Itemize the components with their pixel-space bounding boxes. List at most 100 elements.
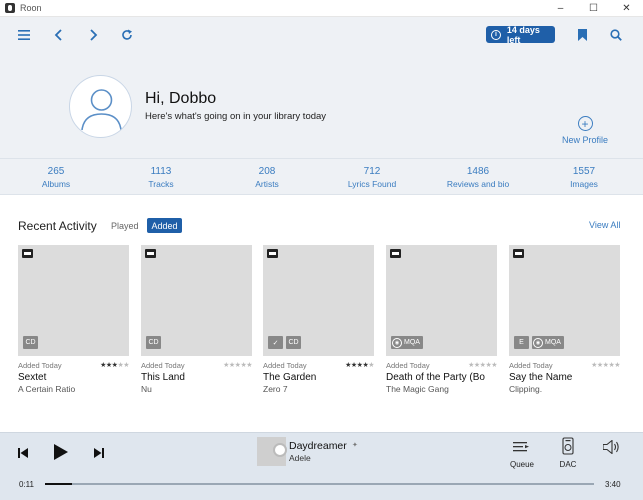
user-icon — [81, 89, 122, 131]
player-bar: Daydreamer ✦ Adele Queue DAC 0:11 3:40 — [0, 432, 643, 500]
bookmark-icon[interactable] — [574, 27, 590, 43]
forward-icon[interactable] — [86, 27, 102, 43]
queue-label[interactable]: Queue — [506, 460, 538, 469]
mqa-badge: ◉ MQA — [532, 336, 564, 349]
menu-icon[interactable] — [16, 27, 32, 43]
star-rating[interactable]: ★★★★★ — [100, 361, 129, 369]
trial-days-badge[interactable]: i 14 days left — [486, 24, 555, 45]
album-cover[interactable]: E ◉ MQA — [509, 245, 620, 356]
stat-label: Artists — [255, 179, 279, 189]
album-artist[interactable]: Clipping. — [509, 384, 620, 394]
filter-added-tab[interactable]: Added — [147, 218, 182, 233]
stat-value: 1113 — [150, 166, 172, 177]
now-playing-artist[interactable]: Adele — [289, 453, 311, 463]
format-badges: E ◉ MQA — [514, 336, 564, 349]
stat-artists[interactable]: 208 Artists — [227, 166, 307, 189]
album-card[interactable]: ✓ CD Added Today ★★★★★ The Garden Zero 7 — [263, 245, 374, 394]
album-artist[interactable]: The Magic Gang — [386, 384, 497, 394]
album-cover[interactable]: ✓ CD — [263, 245, 374, 356]
plus-icon: + — [577, 116, 593, 131]
added-label: Added Today — [386, 360, 430, 370]
stat-value: 265 — [47, 166, 65, 177]
album-title[interactable]: This Land — [141, 372, 252, 383]
dac-zone-icon[interactable] — [561, 436, 575, 456]
album-card[interactable]: CD Added Today ★★★★★ Sextet A Certain Ra… — [18, 245, 129, 394]
stat-reviews[interactable]: 1486 Reviews and bio — [438, 166, 518, 189]
library-stats-bar: 265 Albums 1113 Tracks 208 Artists 712 L… — [0, 158, 643, 195]
library-icon — [145, 249, 156, 258]
signal-path-icon[interactable]: ✦ — [352, 441, 360, 449]
cd-badge: CD — [146, 336, 161, 349]
next-track-icon[interactable] — [92, 446, 106, 460]
explicit-badge: E — [514, 336, 529, 349]
format-badges: CD — [23, 336, 38, 349]
track-duration: 3:40 — [605, 480, 621, 489]
stat-value: 1557 — [572, 166, 596, 177]
filter-played-tab[interactable]: Played — [111, 221, 139, 231]
top-toolbar: i 14 days left — [0, 17, 643, 53]
library-icon — [513, 249, 524, 258]
stat-albums[interactable]: 265 Albums — [16, 166, 96, 189]
refresh-icon[interactable] — [119, 27, 135, 43]
cd-badge: CD — [23, 336, 38, 349]
format-badges: ✓ CD — [268, 336, 301, 349]
album-card[interactable]: CD Added Today ★★★★★ This Land Nu — [141, 245, 252, 394]
mqa-label: MQA — [545, 339, 561, 346]
stat-label: Tracks — [148, 179, 174, 189]
back-icon[interactable] — [50, 27, 66, 43]
album-artist[interactable]: Zero 7 — [263, 384, 374, 394]
maximize-button[interactable]: ☐ — [577, 0, 610, 17]
mqa-badge: ◉ MQA — [391, 336, 423, 349]
album-title[interactable]: The Garden — [263, 372, 374, 383]
avatar[interactable] — [69, 75, 132, 138]
album-cover[interactable]: CD — [18, 245, 129, 356]
view-all-link[interactable]: View All — [589, 220, 620, 230]
library-icon — [390, 249, 401, 258]
seek-bar[interactable] — [45, 483, 594, 485]
album-card[interactable]: E ◉ MQA Added Today ★★★★★ Say the Name C… — [509, 245, 620, 394]
album-card[interactable]: ◉ MQA Added Today ★★★★★ Death of the Par… — [386, 245, 497, 394]
album-title[interactable]: Say the Name — [509, 372, 620, 383]
now-playing-title[interactable]: Daydreamer — [289, 440, 347, 452]
album-cover[interactable]: ◉ MQA — [386, 245, 497, 356]
play-icon[interactable] — [52, 443, 70, 461]
close-button[interactable]: ✕ — [610, 0, 643, 17]
album-artist[interactable]: A Certain Ratio — [18, 384, 129, 394]
stat-label: Images — [570, 179, 598, 189]
star-rating[interactable]: ★★★★★ — [345, 361, 374, 369]
queue-icon[interactable] — [512, 439, 530, 455]
minimize-button[interactable]: – — [544, 0, 577, 17]
star-rating[interactable]: ★★★★★ — [223, 361, 252, 369]
stat-label: Albums — [41, 179, 71, 189]
trial-badge-label: 14 days left — [506, 24, 540, 45]
mqa-icon: ◉ — [533, 337, 543, 348]
search-icon[interactable] — [608, 27, 624, 43]
stat-images[interactable]: 1557 Images — [544, 166, 624, 189]
mqa-icon: ◉ — [392, 337, 402, 348]
greeting-title: Hi, Dobbo — [145, 90, 217, 107]
album-cover[interactable]: CD — [141, 245, 252, 356]
window-titlebar: Roon – ☐ ✕ — [0, 0, 643, 17]
star-rating[interactable]: ★★★★★ — [468, 361, 497, 369]
added-label: Added Today — [18, 360, 62, 370]
disc-icon — [273, 443, 287, 457]
roon-app-icon — [5, 3, 15, 13]
previous-track-icon[interactable] — [16, 446, 30, 460]
stat-label: Reviews and bio — [446, 179, 510, 189]
mqa-label: MQA — [404, 339, 420, 346]
star-rating[interactable]: ★★★★★ — [591, 361, 620, 369]
volume-icon[interactable] — [602, 439, 622, 455]
elapsed-time: 0:11 — [19, 480, 34, 489]
album-artist[interactable]: Nu — [141, 384, 252, 394]
added-label: Added Today — [141, 360, 185, 370]
stat-lyrics[interactable]: 712 Lyrics Found — [332, 166, 412, 189]
album-title[interactable]: Death of the Party (Bo — [386, 372, 497, 383]
album-title[interactable]: Sextet — [18, 372, 129, 383]
greeting-subtitle: Here's what's going on in your library t… — [145, 111, 327, 122]
dac-label[interactable]: DAC — [554, 460, 582, 469]
format-badges: ◉ MQA — [391, 336, 423, 349]
stat-tracks[interactable]: 1113 Tracks — [121, 166, 201, 189]
recent-activity-title: Recent Activity — [18, 219, 97, 233]
info-icon: i — [491, 29, 501, 40]
new-profile-button[interactable]: + New Profile — [558, 116, 612, 145]
